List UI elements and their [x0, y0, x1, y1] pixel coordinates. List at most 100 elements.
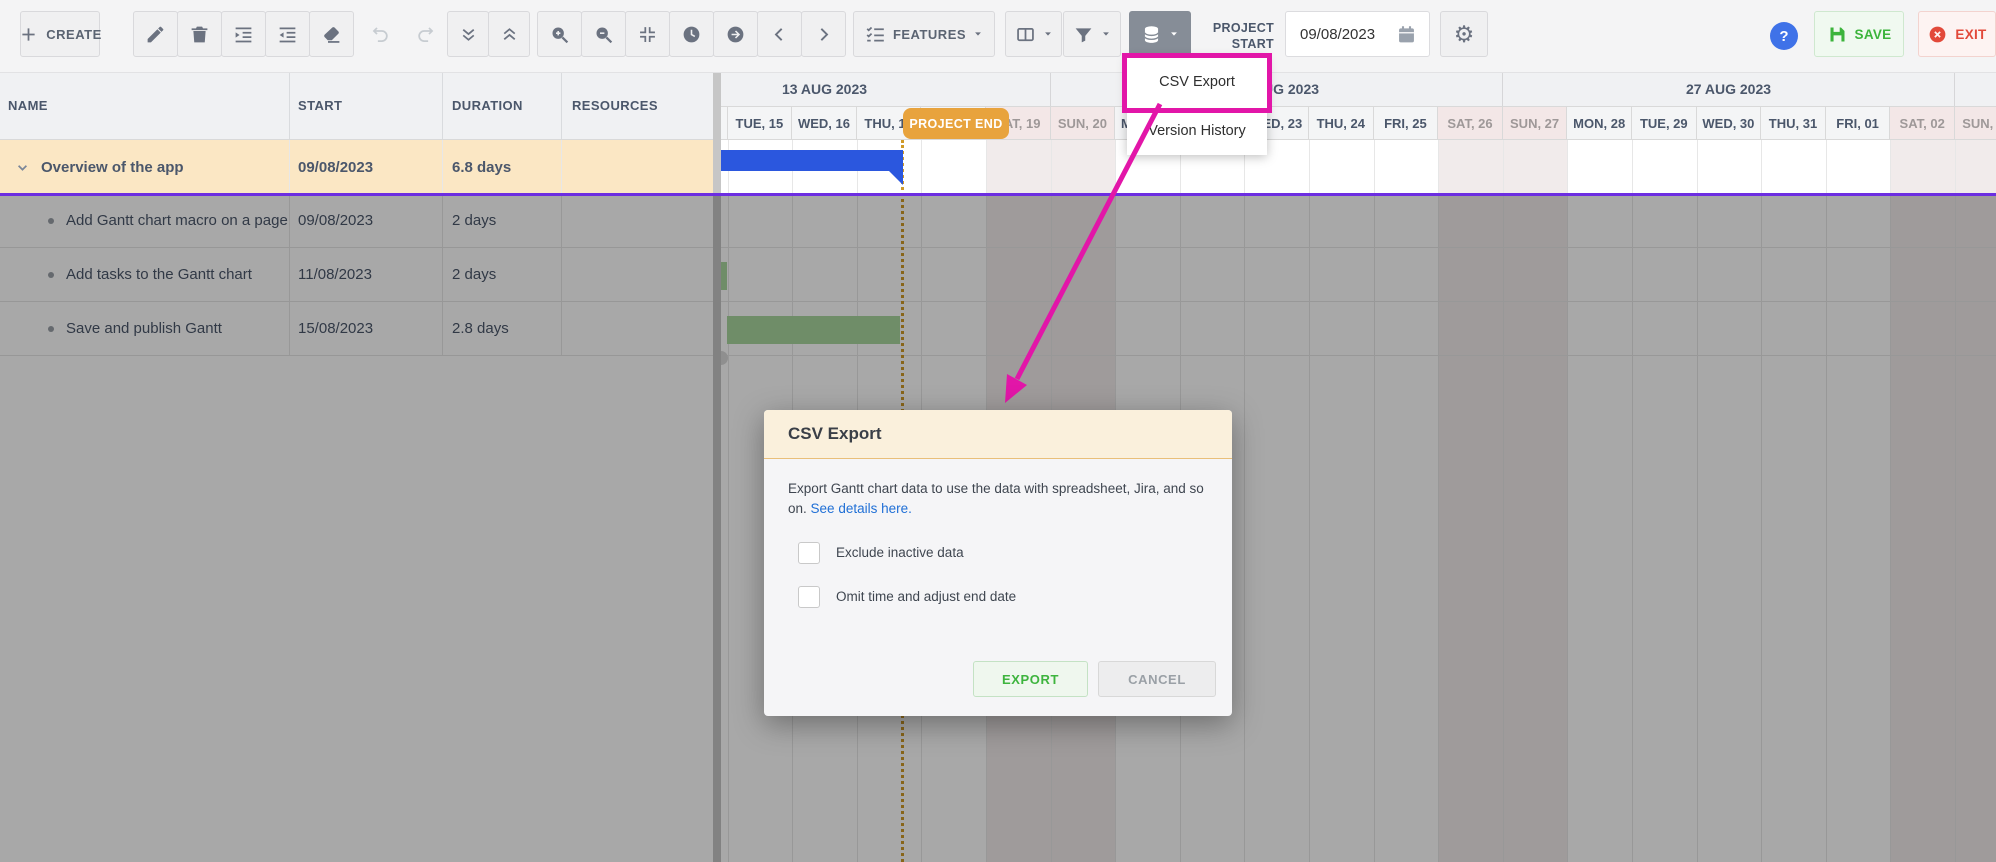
- column-header-name[interactable]: NAME: [0, 72, 290, 139]
- project-start-label: PROJECT START: [1192, 20, 1274, 52]
- save-button[interactable]: SAVE: [1814, 11, 1904, 57]
- filter-button[interactable]: [1063, 11, 1121, 57]
- save-label: SAVE: [1855, 27, 1892, 42]
- delete-icon: [189, 24, 210, 45]
- modal-description: Export Gantt chart data to use the data …: [764, 459, 1232, 520]
- csv-export-modal: CSV Export Export Gantt chart data to us…: [764, 410, 1232, 716]
- indent-icon: [233, 24, 254, 45]
- features-label: FEATURES: [893, 27, 966, 42]
- day-header-cell: THU, 24: [1309, 106, 1374, 140]
- table-row[interactable]: Overview of the app 09/08/20236.8 days: [0, 140, 713, 194]
- column-header-resources[interactable]: RESOURCES: [562, 72, 713, 139]
- exit-button[interactable]: EXIT: [1918, 11, 1996, 57]
- undo-button[interactable]: [358, 11, 403, 57]
- calendar-icon: [1396, 24, 1417, 45]
- undo-icon: [370, 24, 391, 45]
- day-header-cell: TUE, 15: [728, 106, 793, 140]
- week-header-cell: [1954, 72, 1996, 106]
- summary-bar[interactable]: [721, 150, 903, 171]
- day-header-cell: SAT, 26: [1438, 106, 1503, 140]
- omit-time-checkbox[interactable]: [798, 586, 820, 608]
- outdent-icon: [277, 24, 298, 45]
- go-to-icon: [725, 24, 746, 45]
- zoom-fit-button[interactable]: [625, 11, 670, 57]
- summary-bar-end-notch: [889, 171, 903, 185]
- expand-all-button[interactable]: [488, 11, 530, 57]
- plus-icon: [18, 24, 39, 45]
- day-header-cell: SUN, 27: [1503, 106, 1568, 140]
- export-button[interactable]: EXPORT: [973, 661, 1088, 697]
- menu-item-version-history[interactable]: Version History: [1127, 107, 1267, 155]
- highlight-divider-line: [0, 193, 1996, 196]
- task-start-cell: 09/08/2023: [290, 140, 443, 194]
- day-header-cell: SUN, 20: [1051, 106, 1116, 140]
- zoom-out-button[interactable]: [581, 11, 626, 57]
- task-table-header: NAME START DURATION RESOURCES: [0, 72, 713, 140]
- modal-title: CSV Export: [764, 410, 1232, 459]
- features-button[interactable]: FEATURES: [853, 11, 995, 57]
- redo-button[interactable]: [403, 11, 448, 57]
- day-header-cell: TUE, 29: [1632, 106, 1697, 140]
- chevron-down-icon: [1101, 29, 1111, 39]
- checklist-icon: [865, 24, 886, 45]
- prev-icon: [769, 24, 790, 45]
- task-name: Overview of the app: [41, 159, 184, 176]
- outdent-button[interactable]: [265, 11, 310, 57]
- time-button[interactable]: [669, 11, 714, 57]
- chevron-down-icon[interactable]: [14, 159, 31, 176]
- day-header-cell: SAT, 02: [1890, 106, 1955, 140]
- omit-time-row: Omit time and adjust end date: [798, 586, 1232, 608]
- prev-button[interactable]: [757, 11, 802, 57]
- omit-time-label: Omit time and adjust end date: [836, 589, 1016, 604]
- task-name-cell: Overview of the app: [0, 140, 290, 194]
- column-header-start[interactable]: START: [290, 72, 443, 139]
- edit-icon: [145, 24, 166, 45]
- create-button[interactable]: CREATE: [20, 11, 100, 57]
- menu-item-csv-export[interactable]: CSV Export: [1127, 57, 1267, 107]
- expand-all-icon: [499, 24, 520, 45]
- settings-button[interactable]: ⚙: [1440, 11, 1488, 57]
- zoom-in-button[interactable]: [537, 11, 582, 57]
- exclude-inactive-checkbox[interactable]: [798, 542, 820, 564]
- week-header-cell: 13 AUG 2023: [721, 72, 1050, 106]
- modal-actions: EXPORT CANCEL: [973, 661, 1216, 697]
- export-menu-button[interactable]: [1129, 11, 1191, 57]
- day-header-cell: THU, 31: [1761, 106, 1826, 140]
- week-header-cell: 27 AUG 2023: [1502, 72, 1954, 106]
- project-start-date-input[interactable]: 09/08/2023: [1285, 11, 1430, 57]
- columns-button[interactable]: [1005, 11, 1062, 57]
- edit-button[interactable]: [133, 11, 178, 57]
- day-header-cell: FRI, 01: [1826, 106, 1891, 140]
- collapse-all-button[interactable]: [447, 11, 489, 57]
- delete-button[interactable]: [177, 11, 222, 57]
- eraser-button[interactable]: [309, 11, 354, 57]
- cancel-button[interactable]: CANCEL: [1098, 661, 1216, 697]
- day-header-cell: WED, 30: [1697, 106, 1762, 140]
- filter-icon: [1073, 24, 1094, 45]
- day-header-cell: MON, 14: [721, 106, 728, 140]
- zoom-in-icon: [549, 24, 570, 45]
- task-duration-cell: 6.8 days: [443, 140, 562, 194]
- help-button[interactable]: ?: [1770, 22, 1798, 50]
- date-value: 09/08/2023: [1300, 26, 1375, 43]
- chevron-down-icon: [1043, 29, 1053, 39]
- exclude-inactive-row: Exclude inactive data: [798, 542, 1232, 564]
- next-icon: [813, 24, 834, 45]
- exit-label: EXIT: [1955, 27, 1986, 42]
- see-details-link[interactable]: See details here.: [811, 501, 912, 516]
- column-header-duration[interactable]: DURATION: [443, 72, 562, 139]
- next-button[interactable]: [801, 11, 846, 57]
- chevron-down-icon: [973, 29, 983, 39]
- redo-icon: [415, 24, 436, 45]
- day-header-cell: SUN, 03: [1955, 106, 1996, 140]
- columns-icon: [1015, 24, 1036, 45]
- export-dropdown-menu: CSV ExportVersion History: [1127, 57, 1267, 155]
- chevron-down-icon: [1169, 29, 1179, 39]
- exclude-inactive-label: Exclude inactive data: [836, 545, 964, 560]
- week-header-cell: 20 AUG 2023: [1050, 72, 1502, 106]
- toolbar: CREATE FEATURES: [0, 0, 1996, 73]
- question-mark-label: ?: [1779, 28, 1788, 45]
- time-icon: [681, 24, 702, 45]
- indent-button[interactable]: [221, 11, 266, 57]
- go-to-button[interactable]: [713, 11, 758, 57]
